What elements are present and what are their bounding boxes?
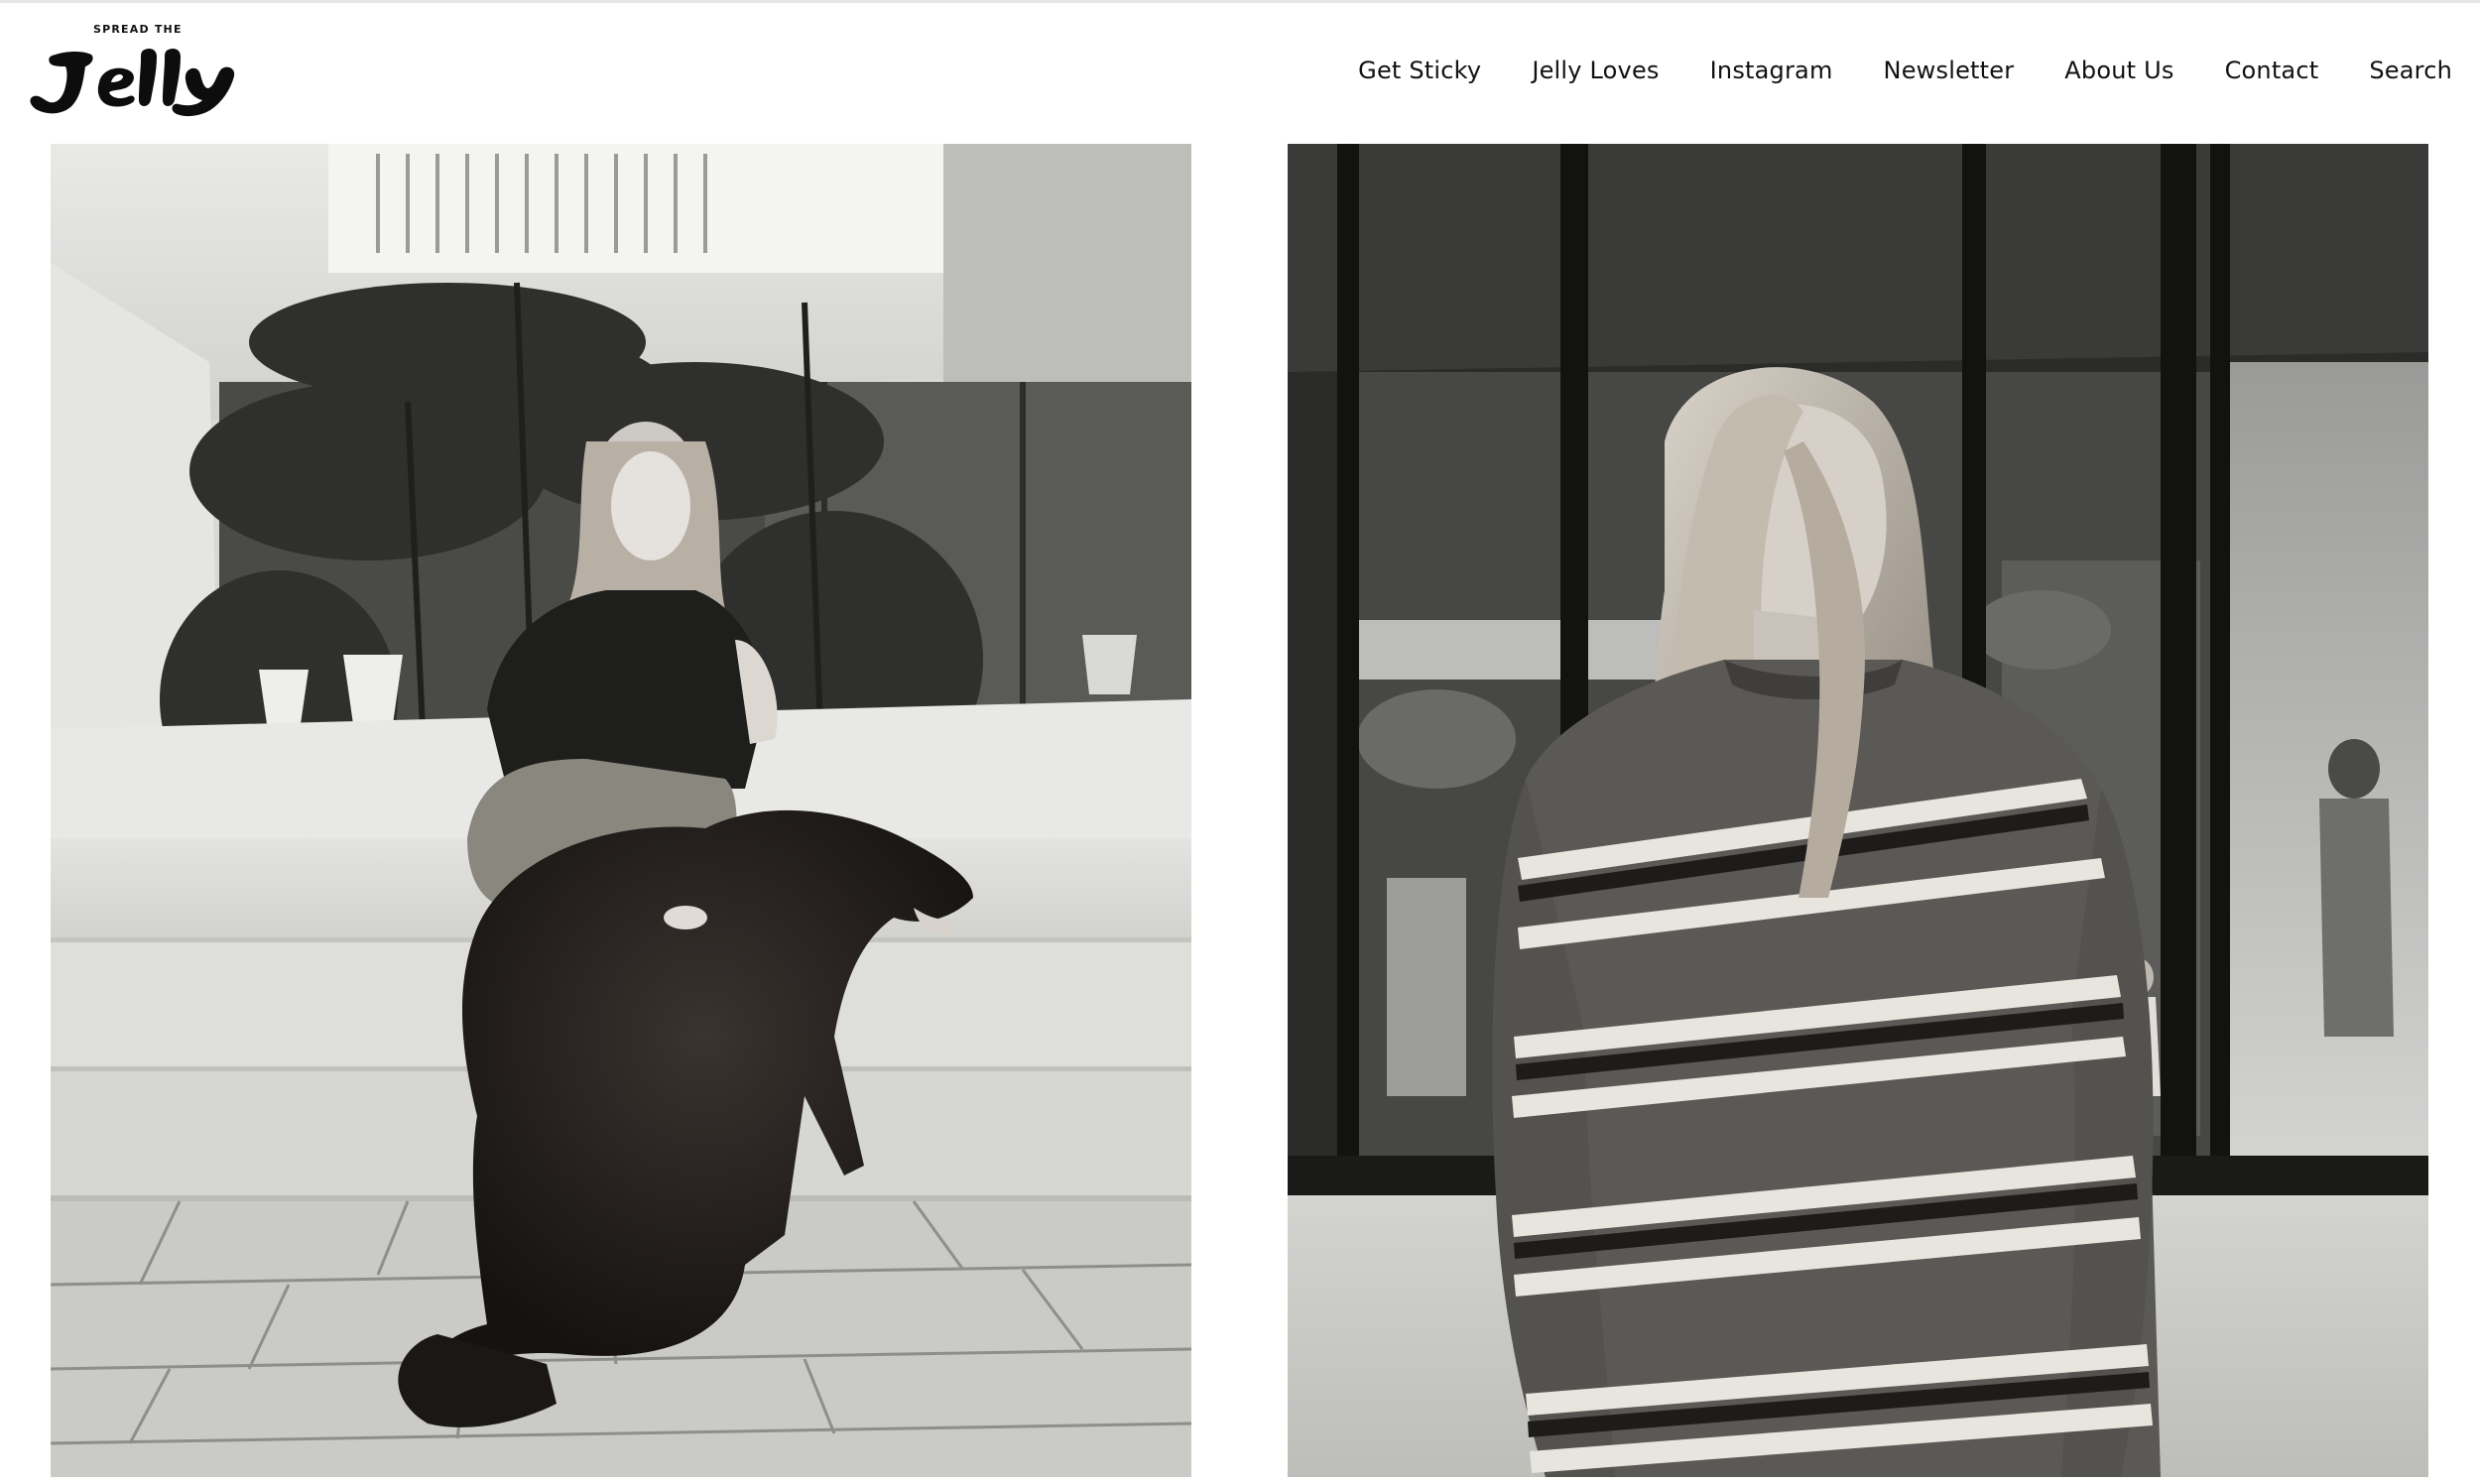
- main-navigation: Get Sticky Jelly Loves Instagram Newslet…: [1358, 57, 2452, 84]
- nav-link-about-us[interactable]: About Us: [2064, 57, 2173, 84]
- site-logo[interactable]: SPREAD THE: [26, 23, 242, 122]
- photo-woman-with-dog: [51, 144, 1191, 1477]
- nav-link-newsletter[interactable]: Newsletter: [1884, 57, 2015, 84]
- nav-link-jelly-loves[interactable]: Jelly Loves: [1532, 57, 1659, 84]
- gallery-image-woman-with-dog[interactable]: [51, 144, 1191, 1477]
- jelly-wordmark-logo: [30, 49, 235, 117]
- logo-tagline: SPREAD THE: [93, 23, 183, 36]
- photo-striped-sweater: [1288, 144, 2428, 1477]
- nav-link-get-sticky[interactable]: Get Sticky: [1358, 57, 1481, 84]
- site-header: SPREAD THE Get Sticky Jelly Loves Instag…: [0, 3, 2480, 142]
- nav-link-search[interactable]: Search: [2369, 57, 2452, 84]
- gallery-image-striped-sweater[interactable]: [1288, 144, 2428, 1477]
- photo-gallery: [0, 0, 2480, 1484]
- nav-link-instagram[interactable]: Instagram: [1710, 57, 1833, 84]
- nav-link-contact[interactable]: Contact: [2225, 57, 2319, 84]
